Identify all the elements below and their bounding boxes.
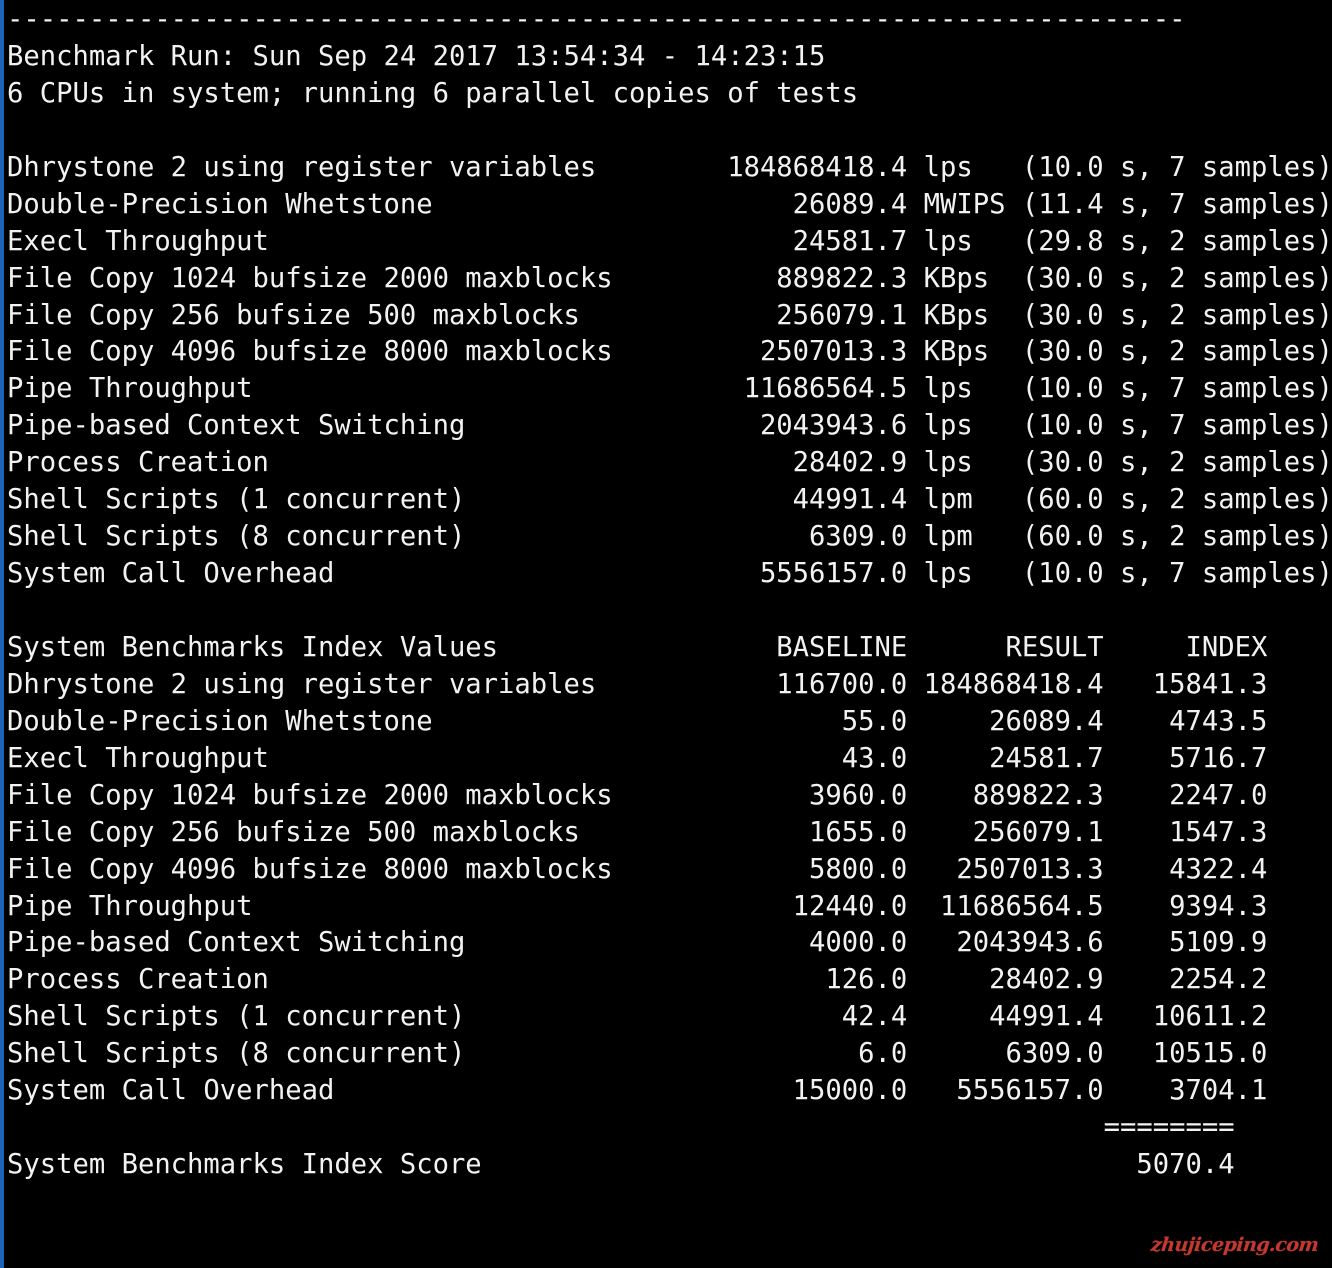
test-result-row: Shell Scripts (1 concurrent) 44991.4 lpm… xyxy=(7,484,1332,516)
index-table-row: Pipe Throughput 12440.0 11686564.5 9394.… xyxy=(7,890,1268,922)
index-table-row: File Copy 1024 bufsize 2000 maxblocks 39… xyxy=(7,779,1268,811)
benchmark-run-line: Benchmark Run: Sun Sep 24 2017 13:54:34 … xyxy=(7,40,826,72)
index-table-row: Shell Scripts (1 concurrent) 42.4 44991.… xyxy=(7,1001,1268,1033)
test-result-row: Process Creation 28402.9 lps (30.0 s, 2 … xyxy=(7,447,1332,479)
test-result-row: Pipe-based Context Switching 2043943.6 l… xyxy=(7,410,1332,442)
index-table-row: File Copy 256 bufsize 500 maxblocks 1655… xyxy=(7,816,1268,848)
site-watermark: zhujiceping.com xyxy=(1149,1234,1320,1256)
test-result-row: Shell Scripts (8 concurrent) 6309.0 lpm … xyxy=(7,521,1332,553)
test-result-row: Pipe Throughput 11686564.5 lps (10.0 s, … xyxy=(7,373,1332,405)
index-table-row: File Copy 4096 bufsize 8000 maxblocks 58… xyxy=(7,853,1268,885)
index-table-row: Pipe-based Context Switching 4000.0 2043… xyxy=(7,927,1268,959)
console-output: ----------------------------------------… xyxy=(7,2,1332,1184)
test-result-row: File Copy 1024 bufsize 2000 maxblocks 88… xyxy=(7,262,1332,294)
index-table-header: System Benchmarks Index Values BASELINE … xyxy=(7,631,1268,663)
test-result-row: File Copy 4096 bufsize 8000 maxblocks 25… xyxy=(7,336,1332,368)
score-rule: ======== xyxy=(7,1112,1235,1144)
test-result-row: Dhrystone 2 using register variables 184… xyxy=(7,151,1332,183)
index-table-row: System Call Overhead 15000.0 5556157.0 3… xyxy=(7,1075,1268,1107)
index-table-row: Dhrystone 2 using register variables 116… xyxy=(7,668,1268,700)
test-result-row: Execl Throughput 24581.7 lps (29.8 s, 2 … xyxy=(7,225,1332,257)
index-score-row: System Benchmarks Index Score 5070.4 xyxy=(7,1149,1235,1181)
index-table-row: Double-Precision Whetstone 55.0 26089.4 … xyxy=(7,705,1268,737)
terminal-window: ----------------------------------------… xyxy=(0,0,1332,1268)
index-table-row: Process Creation 126.0 28402.9 2254.2 xyxy=(7,964,1268,996)
test-result-row: File Copy 256 bufsize 500 maxblocks 2560… xyxy=(7,299,1332,331)
index-table-row: Shell Scripts (8 concurrent) 6.0 6309.0 … xyxy=(7,1038,1268,1070)
cpu-count-line: 6 CPUs in system; running 6 parallel cop… xyxy=(7,77,859,109)
test-result-row: System Call Overhead 5556157.0 lps (10.0… xyxy=(7,558,1332,590)
test-result-row: Double-Precision Whetstone 26089.4 MWIPS… xyxy=(7,188,1332,220)
separator-rule: ----------------------------------------… xyxy=(7,4,1186,35)
index-table-row: Execl Throughput 43.0 24581.7 5716.7 xyxy=(7,742,1268,774)
